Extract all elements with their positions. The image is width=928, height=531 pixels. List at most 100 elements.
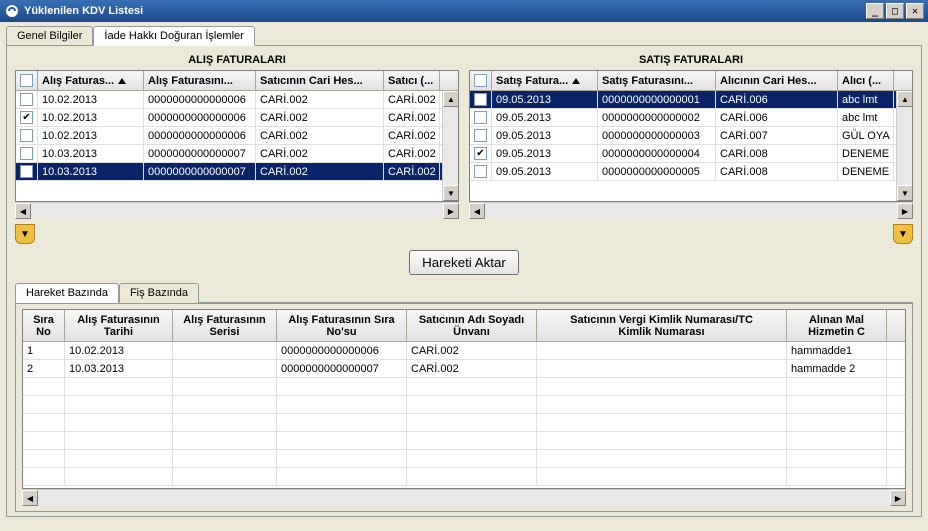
checkbox[interactable]	[474, 111, 487, 124]
cell-cari: CARİ.002	[256, 91, 384, 108]
table-row[interactable]	[23, 378, 905, 396]
cell-date: 10.02.2013	[38, 127, 144, 144]
alis-grid[interactable]: Alış Faturas... Alış Faturasını... Satıc…	[15, 70, 459, 202]
checkbox[interactable]: ✔	[20, 111, 33, 124]
col-seri[interactable]: Alış Faturasının Serisi	[173, 310, 277, 341]
table-row[interactable]: 210.03.20130000000000000007CARİ.002hamma…	[23, 360, 905, 378]
scroll-up-icon[interactable]: ▲	[897, 91, 913, 107]
checkbox[interactable]	[474, 129, 487, 142]
app-icon	[4, 3, 20, 19]
cell-cari: CARİ.002	[256, 109, 384, 126]
cell-cari: CARİ.007	[716, 127, 838, 144]
cell-no: 0000000000000002	[598, 109, 716, 126]
cell-unvan: CARİ.002	[384, 109, 440, 126]
satis-drop-marker-icon[interactable]: ▼	[893, 224, 913, 244]
cell-unvan: DENEME	[838, 163, 894, 180]
cell-date: 09.05.2013	[492, 163, 598, 180]
cell-date: 09.05.2013	[492, 109, 598, 126]
cell-date: 10.03.2013	[38, 145, 144, 162]
alis-col-date[interactable]: Alış Faturas...	[38, 71, 144, 90]
scroll-right-icon[interactable]: ▶	[897, 203, 913, 219]
satis-col-unvan[interactable]: Alıcı (...	[838, 71, 894, 90]
tab-genel-bilgiler[interactable]: Genel Bilgiler	[6, 26, 93, 46]
tab-iade-hakki[interactable]: İade Hakkı Doğuran İşlemler	[93, 26, 254, 46]
table-row[interactable]	[23, 432, 905, 450]
sort-asc-icon	[118, 78, 126, 84]
cell-unvan: CARİ.002	[384, 163, 440, 180]
cell-date: 09.05.2013	[492, 91, 598, 108]
checkbox[interactable]	[474, 165, 487, 178]
checkbox[interactable]	[20, 147, 33, 160]
checkbox[interactable]	[20, 129, 33, 142]
alis-drop-marker-icon[interactable]: ▼	[15, 224, 35, 244]
checkbox[interactable]	[20, 93, 33, 106]
main-tabstrip: Genel Bilgiler İade Hakkı Doğuran İşleml…	[6, 26, 922, 46]
cell-no: 0000000000000005	[598, 163, 716, 180]
alis-faturalari-title: ALIŞ FATURALARI	[15, 54, 459, 66]
checkbox[interactable]	[474, 93, 487, 106]
col-unvan[interactable]: Satıcının Adı Soyadı Ünvanı	[407, 310, 537, 341]
alis-col-unvan[interactable]: Satıcı (...	[384, 71, 440, 90]
checkbox[interactable]	[20, 165, 33, 178]
cell-unvan: GÜL OYA	[838, 127, 894, 144]
table-row[interactable]: 09.05.20130000000000000002CARİ.006abc lm…	[470, 109, 912, 127]
satis-col-no[interactable]: Satış Faturasını...	[598, 71, 716, 90]
table-row[interactable]: 09.05.20130000000000000001CARİ.006abc lm…	[470, 91, 912, 109]
table-row[interactable]: 10.03.20130000000000000007CARİ.002CARİ.0…	[16, 163, 458, 181]
checkbox[interactable]: ✔	[474, 147, 487, 160]
cell-unvan: DENEME	[838, 145, 894, 162]
table-row[interactable]	[23, 414, 905, 432]
alis-col-cari[interactable]: Satıcının Cari Hes...	[256, 71, 384, 90]
table-row[interactable]	[23, 450, 905, 468]
scroll-right-icon[interactable]: ▶	[890, 490, 906, 506]
lower-tabstrip: Hareket Bazında Fiş Bazında	[15, 283, 913, 303]
table-row[interactable]	[23, 468, 905, 486]
col-vergi[interactable]: Satıcının Vergi Kimlik Numarası/TC Kimli…	[537, 310, 787, 341]
col-sirano[interactable]: Alış Faturasının Sıra No'su	[277, 310, 407, 341]
scroll-left-icon[interactable]: ◀	[22, 490, 38, 506]
minimize-button[interactable]: _	[866, 3, 884, 19]
hareketi-aktar-button[interactable]: Hareketi Aktar	[409, 250, 519, 275]
alis-col-check[interactable]	[16, 71, 38, 90]
tab-hareket-bazinda[interactable]: Hareket Bazında	[15, 283, 119, 303]
tab-fis-bazinda[interactable]: Fiş Bazında	[119, 283, 199, 303]
cell-no: 0000000000000006	[144, 127, 256, 144]
col-mal[interactable]: Alınan Mal Hizmetin C	[787, 310, 887, 341]
table-row[interactable]: 10.03.20130000000000000007CARİ.002CARİ.0…	[16, 145, 458, 163]
table-row[interactable]	[23, 396, 905, 414]
col-tarih[interactable]: Alış Faturasının Tarihi	[65, 310, 173, 341]
table-row[interactable]: 10.02.20130000000000000006CARİ.002CARİ.0…	[16, 127, 458, 145]
cell-no: 0000000000000007	[144, 145, 256, 162]
col-sira[interactable]: Sıra No	[23, 310, 65, 341]
satis-col-date[interactable]: Satış Fatura...	[492, 71, 598, 90]
table-row[interactable]: ✔10.02.20130000000000000006CARİ.002CARİ.…	[16, 109, 458, 127]
table-row[interactable]: 10.02.20130000000000000006CARİ.002CARİ.0…	[16, 91, 458, 109]
scroll-down-icon[interactable]: ▼	[897, 185, 913, 201]
alis-vscroll[interactable]: ▲ ▼	[442, 91, 458, 201]
hareket-grid[interactable]: Sıra No Alış Faturasının Tarihi Alış Fat…	[22, 309, 906, 489]
cell-date: 10.03.2013	[38, 163, 144, 180]
table-row[interactable]: ✔09.05.20130000000000000004CARİ.008DENEM…	[470, 145, 912, 163]
scroll-up-icon[interactable]: ▲	[443, 91, 459, 107]
scroll-left-icon[interactable]: ◀	[15, 203, 31, 219]
cell-no: 0000000000000003	[598, 127, 716, 144]
scroll-down-icon[interactable]: ▼	[443, 185, 459, 201]
satis-col-check[interactable]	[470, 71, 492, 90]
scroll-left-icon[interactable]: ◀	[469, 203, 485, 219]
satis-col-cari[interactable]: Alıcının Cari Hes...	[716, 71, 838, 90]
main-panel: ALIŞ FATURALARI Alış Faturas... Alış Fat…	[6, 45, 922, 517]
alis-hscroll[interactable]: ◀ ▶	[15, 202, 459, 218]
alis-col-no[interactable]: Alış Faturasını...	[144, 71, 256, 90]
hareket-hscroll[interactable]: ◀ ▶	[22, 489, 906, 505]
table-row[interactable]: 110.02.20130000000000000006CARİ.002hamma…	[23, 342, 905, 360]
table-row[interactable]: 09.05.20130000000000000005CARİ.008DENEME	[470, 163, 912, 181]
satis-grid[interactable]: Satış Fatura... Satış Faturasını... Alıc…	[469, 70, 913, 202]
cell-no: 0000000000000006	[144, 91, 256, 108]
satis-hscroll[interactable]: ◀ ▶	[469, 202, 913, 218]
satis-vscroll[interactable]: ▲ ▼	[896, 91, 912, 201]
window-titlebar: Yüklenilen KDV Listesi _ □ ✕	[0, 0, 928, 22]
table-row[interactable]: 09.05.20130000000000000003CARİ.007GÜL OY…	[470, 127, 912, 145]
scroll-right-icon[interactable]: ▶	[443, 203, 459, 219]
maximize-button[interactable]: □	[886, 3, 904, 19]
close-button[interactable]: ✕	[906, 3, 924, 19]
